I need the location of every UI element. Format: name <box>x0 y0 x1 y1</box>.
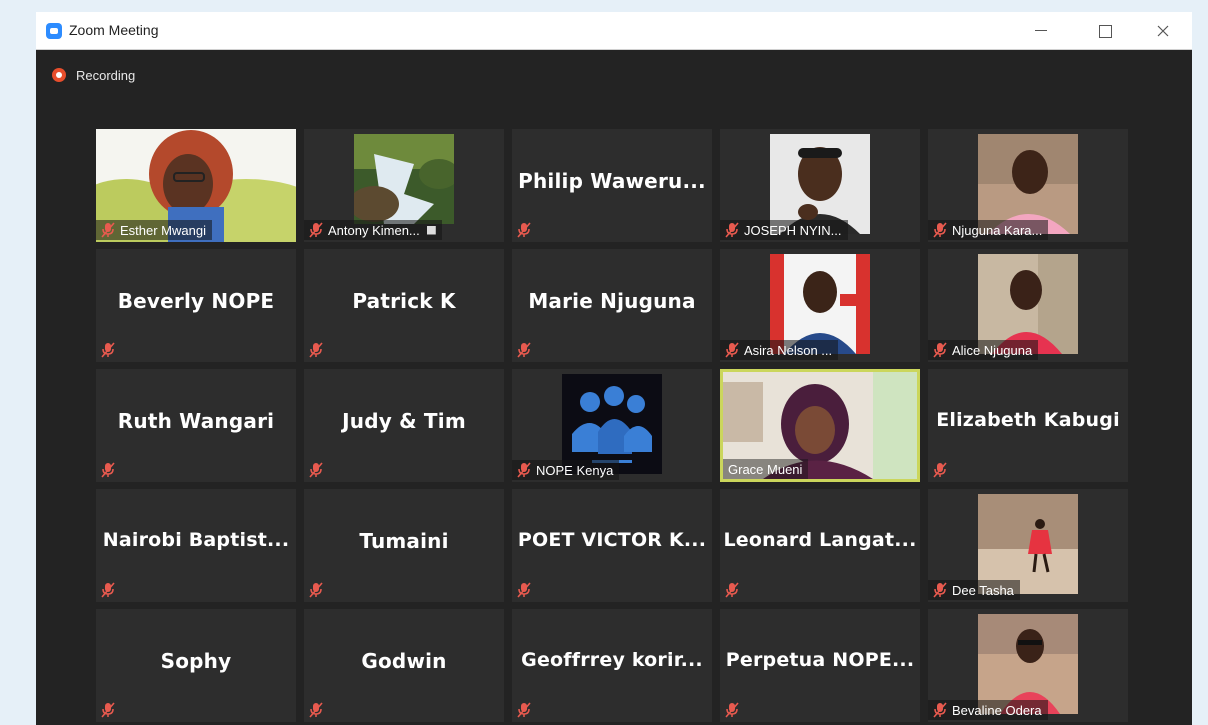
muted-mic-icon <box>101 462 115 478</box>
muted-mic-icon <box>517 222 531 238</box>
muted-mic-icon <box>101 582 115 598</box>
muted-mic-icon <box>309 702 323 718</box>
participant-name-label: Alice Njuguna <box>928 340 1039 360</box>
muted-mic-icon <box>517 462 531 478</box>
recording-label: Recording <box>76 67 136 83</box>
participant-logo <box>562 374 662 474</box>
muted-mic-icon <box>309 342 323 358</box>
participant-name: Patrick K <box>352 289 456 313</box>
participant-tile[interactable]: Patrick K <box>304 249 504 362</box>
participant-name-label: Grace Mueni <box>723 459 809 479</box>
muted-mic-icon <box>309 462 323 478</box>
participant-tile[interactable]: Philip Waweru... <box>512 129 712 242</box>
participant-tile[interactable]: NOPE Kenya <box>512 369 712 482</box>
participant-photo <box>354 134 454 224</box>
maximize-button[interactable] <box>1090 18 1120 44</box>
participant-tile[interactable]: Leonard Langat... <box>720 489 920 602</box>
muted-mic-icon <box>101 222 115 238</box>
participant-tile[interactable]: Asira Nelson ... <box>720 249 920 362</box>
participant-photo <box>978 254 1078 354</box>
window-title: Zoom Meeting <box>69 22 159 38</box>
participant-tile[interactable]: Njuguna Kara... <box>928 129 1128 242</box>
participant-name: Leonard Langat... <box>723 529 917 551</box>
participant-name: Tumaini <box>359 529 449 553</box>
recording-indicator[interactable]: Recording <box>52 66 135 84</box>
participant-name: Marie Njuguna <box>528 289 696 313</box>
muted-mic-icon <box>517 702 531 718</box>
muted-mic-icon <box>101 342 115 358</box>
muted-mic-icon <box>725 222 739 238</box>
muted-mic-icon <box>933 342 947 358</box>
participant-name: POET VICTOR K... <box>517 529 707 551</box>
participant-name: Perpetua NOPE... <box>725 649 915 671</box>
muted-mic-icon <box>725 342 739 358</box>
participant-name-label: Antony Kimen... <box>304 220 442 240</box>
muted-mic-icon <box>933 582 947 598</box>
participant-name-label: Asira Nelson ... <box>720 340 839 360</box>
muted-mic-icon <box>517 342 531 358</box>
participant-tile[interactable]: Geoffrrey korir... <box>512 609 712 722</box>
zoom-window: Zoom Meeting Recording Esther Mwangi Ant… <box>36 12 1192 725</box>
participant-name-label: Bevaline Odera <box>928 700 1048 720</box>
participant-name: Philip Waweru... <box>518 169 706 193</box>
participant-name: Beverly NOPE <box>117 289 275 313</box>
participant-name-label: Njuguna Kara... <box>928 220 1049 240</box>
participant-tile[interactable]: Beverly NOPE <box>96 249 296 362</box>
close-icon <box>1157 25 1169 37</box>
participant-tile[interactable]: Antony Kimen... <box>304 129 504 242</box>
muted-mic-icon <box>517 582 531 598</box>
participant-tile[interactable]: Marie Njuguna <box>512 249 712 362</box>
muted-mic-icon <box>933 462 947 478</box>
participant-photo <box>978 614 1078 714</box>
participant-tile[interactable]: Elizabeth Kabugi <box>928 369 1128 482</box>
participant-tile[interactable]: Nairobi Baptist... <box>96 489 296 602</box>
muted-mic-icon <box>101 702 115 718</box>
screen-share-icon <box>426 225 436 235</box>
participant-tile[interactable]: JOSEPH NYIN... <box>720 129 920 242</box>
participant-tile[interactable]: POET VICTOR K... <box>512 489 712 602</box>
participant-name-label: NOPE Kenya <box>512 460 620 480</box>
minimize-icon <box>1035 30 1047 31</box>
gallery-view-grid: Esther Mwangi Antony Kimen... Philip Waw… <box>96 129 1128 722</box>
participant-tile[interactable]: Ruth Wangari <box>96 369 296 482</box>
participant-tile[interactable]: Esther Mwangi <box>96 129 296 242</box>
participant-photo <box>770 134 870 234</box>
participant-tile[interactable]: Sophy <box>96 609 296 722</box>
participant-tile[interactable]: Bevaline Odera <box>928 609 1128 722</box>
participant-photo <box>978 494 1078 594</box>
muted-mic-icon <box>309 582 323 598</box>
participant-name: Judy & Tim <box>342 409 466 433</box>
participant-name: Nairobi Baptist... <box>102 529 290 551</box>
participant-tile[interactable]: Tumaini <box>304 489 504 602</box>
muted-mic-icon <box>725 582 739 598</box>
participant-photo <box>770 254 870 354</box>
participant-name: Geoffrrey korir... <box>521 649 703 671</box>
participant-name: Ruth Wangari <box>117 409 275 433</box>
participant-name: Godwin <box>361 649 447 673</box>
participant-name: Elizabeth Kabugi <box>936 409 1120 431</box>
participant-tile[interactable]: Judy & Tim <box>304 369 504 482</box>
participant-tile[interactable]: Dee Tasha <box>928 489 1128 602</box>
maximize-icon <box>1098 24 1112 38</box>
close-button[interactable] <box>1148 18 1178 44</box>
zoom-app-icon <box>46 23 62 39</box>
participant-photo <box>978 134 1078 234</box>
recording-icon <box>52 68 66 82</box>
muted-mic-icon <box>933 222 947 238</box>
participant-name-label: Dee Tasha <box>928 580 1020 600</box>
muted-mic-icon <box>309 222 323 238</box>
active-speaker-tile[interactable]: Grace Mueni <box>720 369 920 482</box>
participant-name-label: Esther Mwangi <box>96 220 212 240</box>
participant-name-label: JOSEPH NYIN... <box>720 220 848 240</box>
participant-tile[interactable]: Godwin <box>304 609 504 722</box>
muted-mic-icon <box>725 702 739 718</box>
minimize-button[interactable] <box>1026 18 1056 44</box>
participant-tile[interactable]: Alice Njuguna <box>928 249 1128 362</box>
participant-name: Sophy <box>160 649 232 673</box>
muted-mic-icon <box>933 702 947 718</box>
participant-tile[interactable]: Perpetua NOPE... <box>720 609 920 722</box>
title-bar: Zoom Meeting <box>36 12 1192 50</box>
